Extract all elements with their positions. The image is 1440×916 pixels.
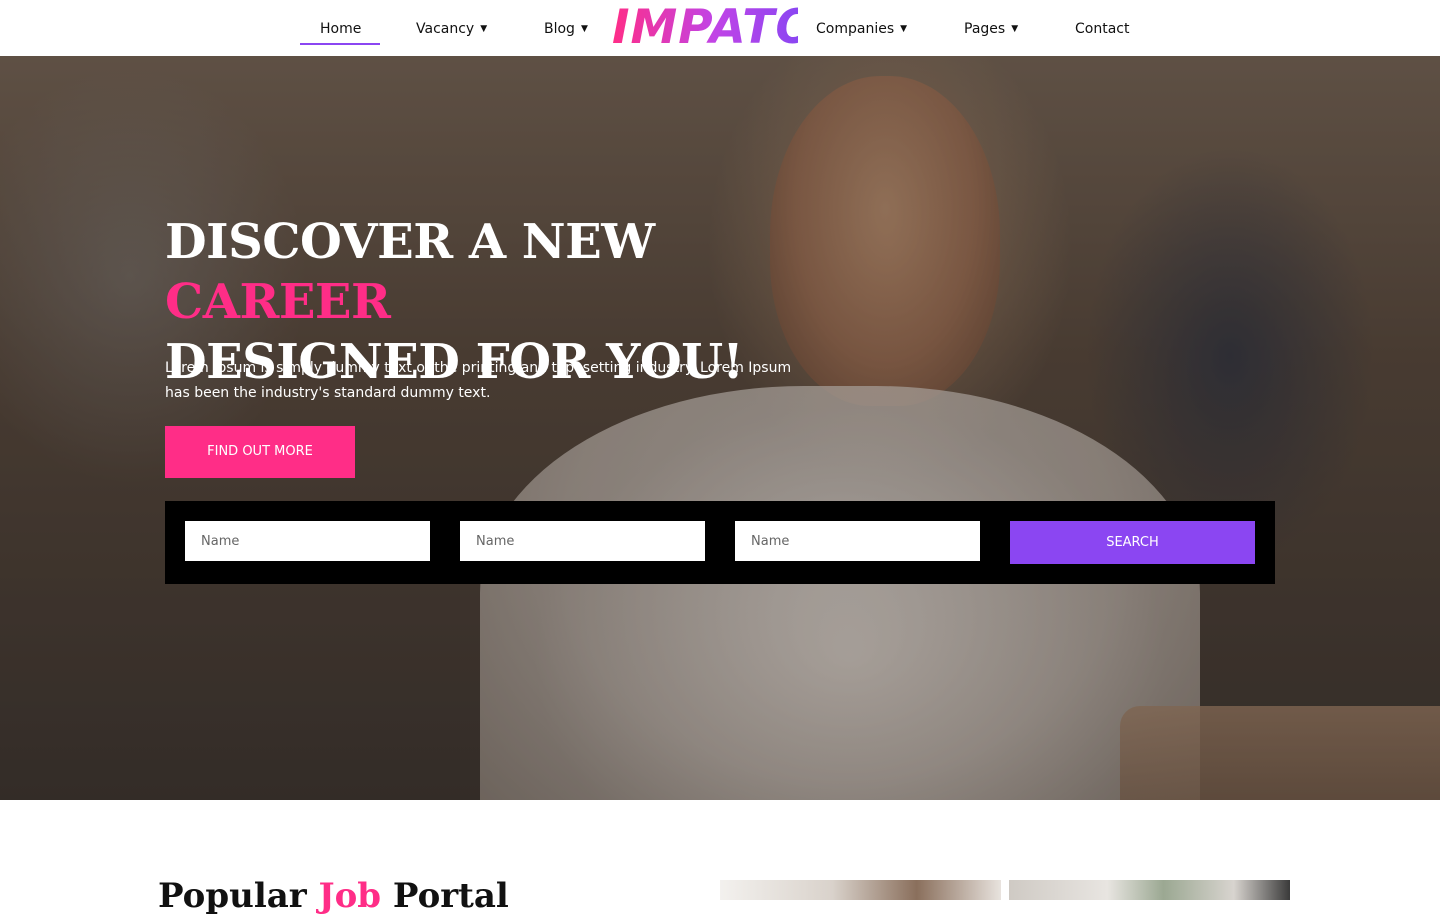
chevron-down-icon: ▼ (900, 24, 908, 34)
section-title-accent: Job (318, 876, 382, 916)
nav-item-pages[interactable]: Pages ▼ (964, 17, 1018, 41)
nav-item-label: Vacancy (416, 21, 475, 37)
nav-item-companies[interactable]: Companies ▼ (816, 17, 907, 41)
search-name-input[interactable] (735, 521, 980, 561)
find-out-more-button[interactable]: FIND OUT MORE (165, 426, 355, 478)
portal-image (1009, 880, 1290, 900)
navbar: Home Vacancy ▼ Blog ▼ IMPATO Companies ▼… (0, 0, 1440, 56)
nav-item-label: Blog (544, 21, 575, 37)
nav-item-blog[interactable]: Blog ▼ (544, 17, 588, 41)
hero-title-accent: CAREER (165, 274, 391, 330)
logo[interactable]: IMPATO (612, 0, 815, 56)
nav-item-label: Home (320, 21, 362, 37)
nav-active-indicator (300, 43, 380, 45)
nav-item-home[interactable]: Home (320, 17, 361, 41)
hero-title-text: DISCOVER A NEW (165, 214, 655, 270)
job-search-bar: SEARCH (165, 501, 1275, 584)
hero-section: DISCOVER A NEW CAREER DESIGNED FOR YOU! L… (0, 56, 1440, 800)
search-name-input[interactable] (460, 521, 705, 561)
hero-description: Lorem Ipsum is simply dummy text of the … (165, 360, 792, 401)
nav-item-label: Companies (816, 21, 895, 37)
section-title-text: Popular (158, 876, 319, 916)
section-title: Popular Job Portal (158, 876, 509, 916)
chevron-down-icon: ▼ (480, 24, 488, 34)
search-button[interactable]: SEARCH (1010, 521, 1255, 564)
portal-image (720, 880, 1001, 900)
nav-item-label: Contact (1075, 21, 1130, 37)
chevron-down-icon: ▼ (1011, 24, 1019, 34)
nav-item-contact[interactable]: Contact (1075, 17, 1129, 41)
chevron-down-icon: ▼ (580, 24, 588, 34)
nav-item-label: Pages (964, 21, 1006, 37)
search-name-input[interactable] (185, 521, 430, 561)
nav-item-vacancy[interactable]: Vacancy ▼ (416, 17, 487, 41)
section-title-text: Portal (381, 876, 509, 916)
